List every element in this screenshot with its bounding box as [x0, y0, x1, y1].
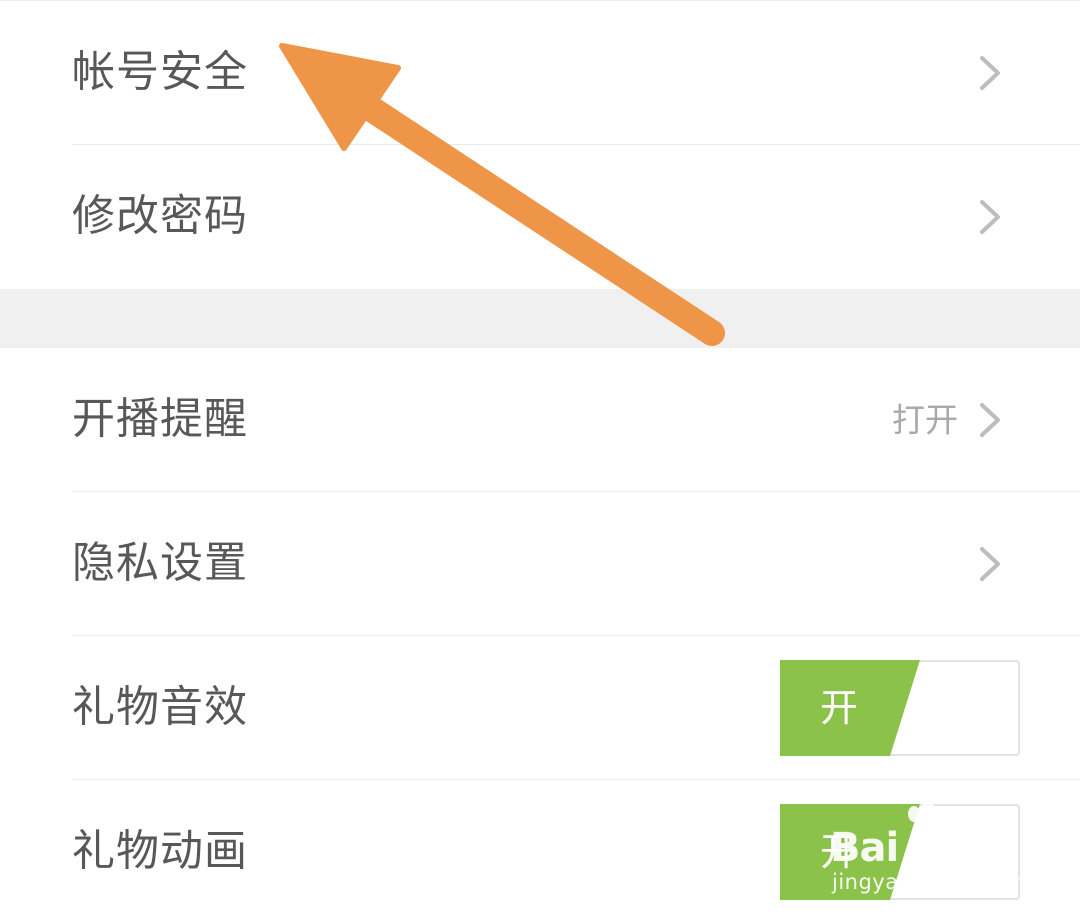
- watermark-url: jingyan.baidu.com: [832, 870, 1035, 894]
- account-security-label: 帐号安全: [72, 47, 248, 97]
- gift-sound-toggle[interactable]: 开: [780, 659, 1020, 756]
- chevron-right-icon: [980, 546, 1000, 581]
- live-reminder-label: 开播提醒: [72, 394, 248, 444]
- chevron-right-icon: [980, 402, 1000, 437]
- group-separator: [0, 289, 1080, 348]
- watermark-logo: Bai du: [830, 825, 964, 871]
- watermark-brand: 经验: [950, 827, 1018, 867]
- live-reminder-value: 打开: [892, 400, 958, 439]
- settings-row-gift-sound: 礼物音效 开: [72, 636, 1080, 780]
- gift-animation-label: 礼物动画: [72, 826, 248, 877]
- chevron-right-icon: [980, 200, 1000, 234]
- baidu-jingyan-watermark: Bai du 经验 jingyan.baidu.com: [830, 800, 1034, 900]
- settings-row-account-security[interactable]: 帐号安全: [72, 1, 1080, 145]
- privacy-settings-label: 隐私设置: [72, 538, 248, 588]
- settings-row-change-password[interactable]: 修改密码: [72, 145, 1080, 289]
- account-settings-group: 帐号安全 修改密码: [0, 0, 1080, 289]
- toggle-graphic: [780, 659, 1020, 756]
- gift-sound-toggle-label: 开: [820, 685, 859, 730]
- change-password-label: 修改密码: [72, 191, 248, 242]
- settings-row-live-reminder[interactable]: 开播提醒 打开: [72, 348, 1080, 492]
- gift-sound-label: 礼物音效: [72, 682, 248, 732]
- settings-row-privacy[interactable]: 隐私设置: [72, 492, 1080, 636]
- chevron-right-icon: [980, 55, 1000, 90]
